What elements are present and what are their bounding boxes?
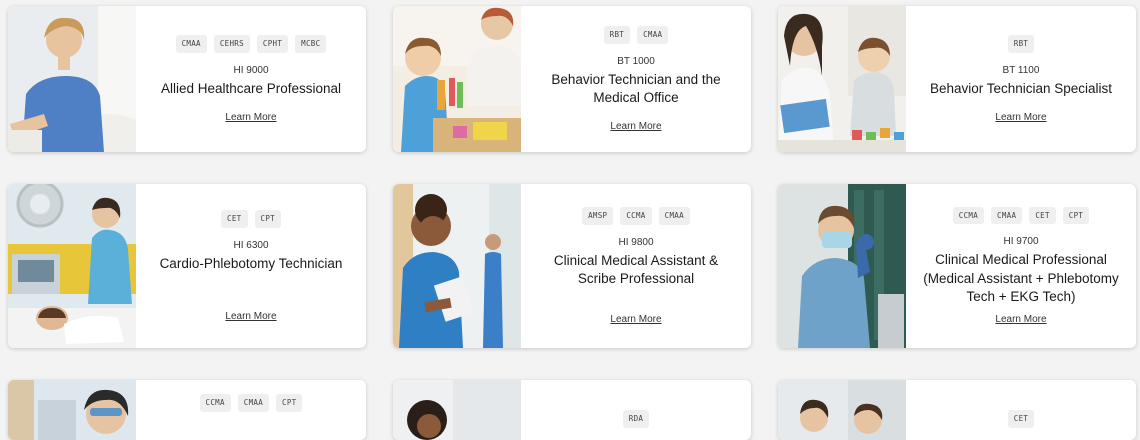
course-card-partial[interactable]: CCMA CMAA CPT [8,380,366,440]
course-code: HI 6300 [233,239,269,251]
course-code: BT 1100 [1002,64,1040,76]
certification-badge: CPT [254,210,281,228]
certification-badge: AMSP [582,207,614,225]
course-card-partial[interactable]: CET [778,380,1136,440]
certification-badge: CMAA [658,207,690,225]
course-card-cardio-phlebotomy[interactable]: CET CPT HI 6300 Cardio-Phlebotomy Techni… [8,184,366,348]
course-grid: CMAA CEHRS CPHT MCBC HI 9000 Allied Heal… [0,0,1140,440]
course-code: BT 1000 [617,55,655,67]
certification-badge: CET [1029,206,1056,225]
card-body: RDA [521,380,751,440]
certification-badges: AMSP CCMA CMAA [582,207,690,225]
card-body: CET [906,380,1136,440]
course-code: HI 9700 [1003,236,1039,248]
card-body: RBT BT 1100 Behavior Technician Speciali… [906,6,1136,152]
certification-badges: CCMA CMAA CET CPT [952,206,1090,225]
course-card-allied-healthcare[interactable]: CMAA CEHRS CPHT MCBC HI 9000 Allied Heal… [8,6,366,152]
course-code: HI 9000 [233,64,269,76]
course-photo [778,184,906,348]
course-title: Clinical Medical Assistant & Scribe Prof… [553,252,719,286]
certification-badge: CPT [1062,206,1090,225]
card-body: AMSP CCMA CMAA HI 9800 Clinical Medical … [521,184,751,348]
course-photo [8,184,136,348]
course-title: Behavior Technician Specialist [929,80,1113,96]
learn-more-link[interactable]: Learn More [225,311,276,322]
certification-badge: CEHRS [213,35,250,53]
certification-badge: CMAA [237,394,270,412]
course-title: Behavior Technician and the Medical Offi… [551,71,721,105]
card-body: CCMA CMAA CET CPT HI 9700 Clinical Medic… [906,184,1136,348]
course-title: Cardio-Phlebotomy Technician [159,255,343,271]
course-photo [778,6,906,152]
course-photo [8,380,136,440]
course-photo [8,6,136,152]
certification-badges: RBT CMAA [603,26,669,44]
learn-more-link[interactable]: Learn More [610,314,661,325]
course-photo [393,184,521,348]
card-body: RBT CMAA BT 1000 Behavior Technician and… [521,6,751,152]
course-photo [393,6,521,152]
certification-badge: CMAA [175,35,207,53]
course-title: Allied Healthcare Professional [160,80,342,96]
certification-badge: CCMA [952,206,985,225]
course-code: HI 9800 [618,236,654,248]
course-card-behavior-technician-medical-office[interactable]: RBT CMAA BT 1000 Behavior Technician and… [393,6,751,152]
certification-badge: RBT [1007,35,1035,53]
certification-badge: CMAA [637,26,669,44]
certification-badge: CMAA [991,206,1023,225]
certification-badge: CCMA [199,394,231,412]
course-card-clinical-medical-professional[interactable]: CCMA CMAA CET CPT HI 9700 Clinical Medic… [778,184,1136,348]
learn-more-link[interactable]: Learn More [995,314,1046,325]
certification-badge: CPT [276,394,303,412]
certification-badge: CPHT [256,35,289,53]
learn-more-link[interactable]: Learn More [995,112,1046,123]
certification-badges: CMAA CEHRS CPHT MCBC [175,35,327,53]
course-card-partial[interactable]: RDA [393,380,751,440]
course-photo [778,380,906,440]
certification-badges: CCMA CMAA CPT [199,394,303,412]
learn-more-link[interactable]: Learn More [610,121,661,132]
card-body: CCMA CMAA CPT [136,380,366,440]
course-photo [393,380,521,440]
certification-badges: RBT [1007,35,1035,53]
card-body: CET CPT HI 6300 Cardio-Phlebotomy Techni… [136,184,366,348]
certification-badge: RBT [603,26,631,44]
course-title: Clinical Medical Professional (Medical A… [923,252,1119,304]
card-body: CMAA CEHRS CPHT MCBC HI 9000 Allied Heal… [136,6,366,152]
course-card-clinical-medical-assistant-scribe[interactable]: AMSP CCMA CMAA HI 9800 Clinical Medical … [393,184,751,348]
certification-badges: CET CPT [221,210,281,228]
certification-badge: CCMA [620,207,652,225]
course-card-behavior-technician-specialist[interactable]: RBT BT 1100 Behavior Technician Speciali… [778,6,1136,152]
certification-badge: MCBC [295,35,327,53]
certification-badge: CET [221,210,248,228]
learn-more-link[interactable]: Learn More [225,112,276,123]
